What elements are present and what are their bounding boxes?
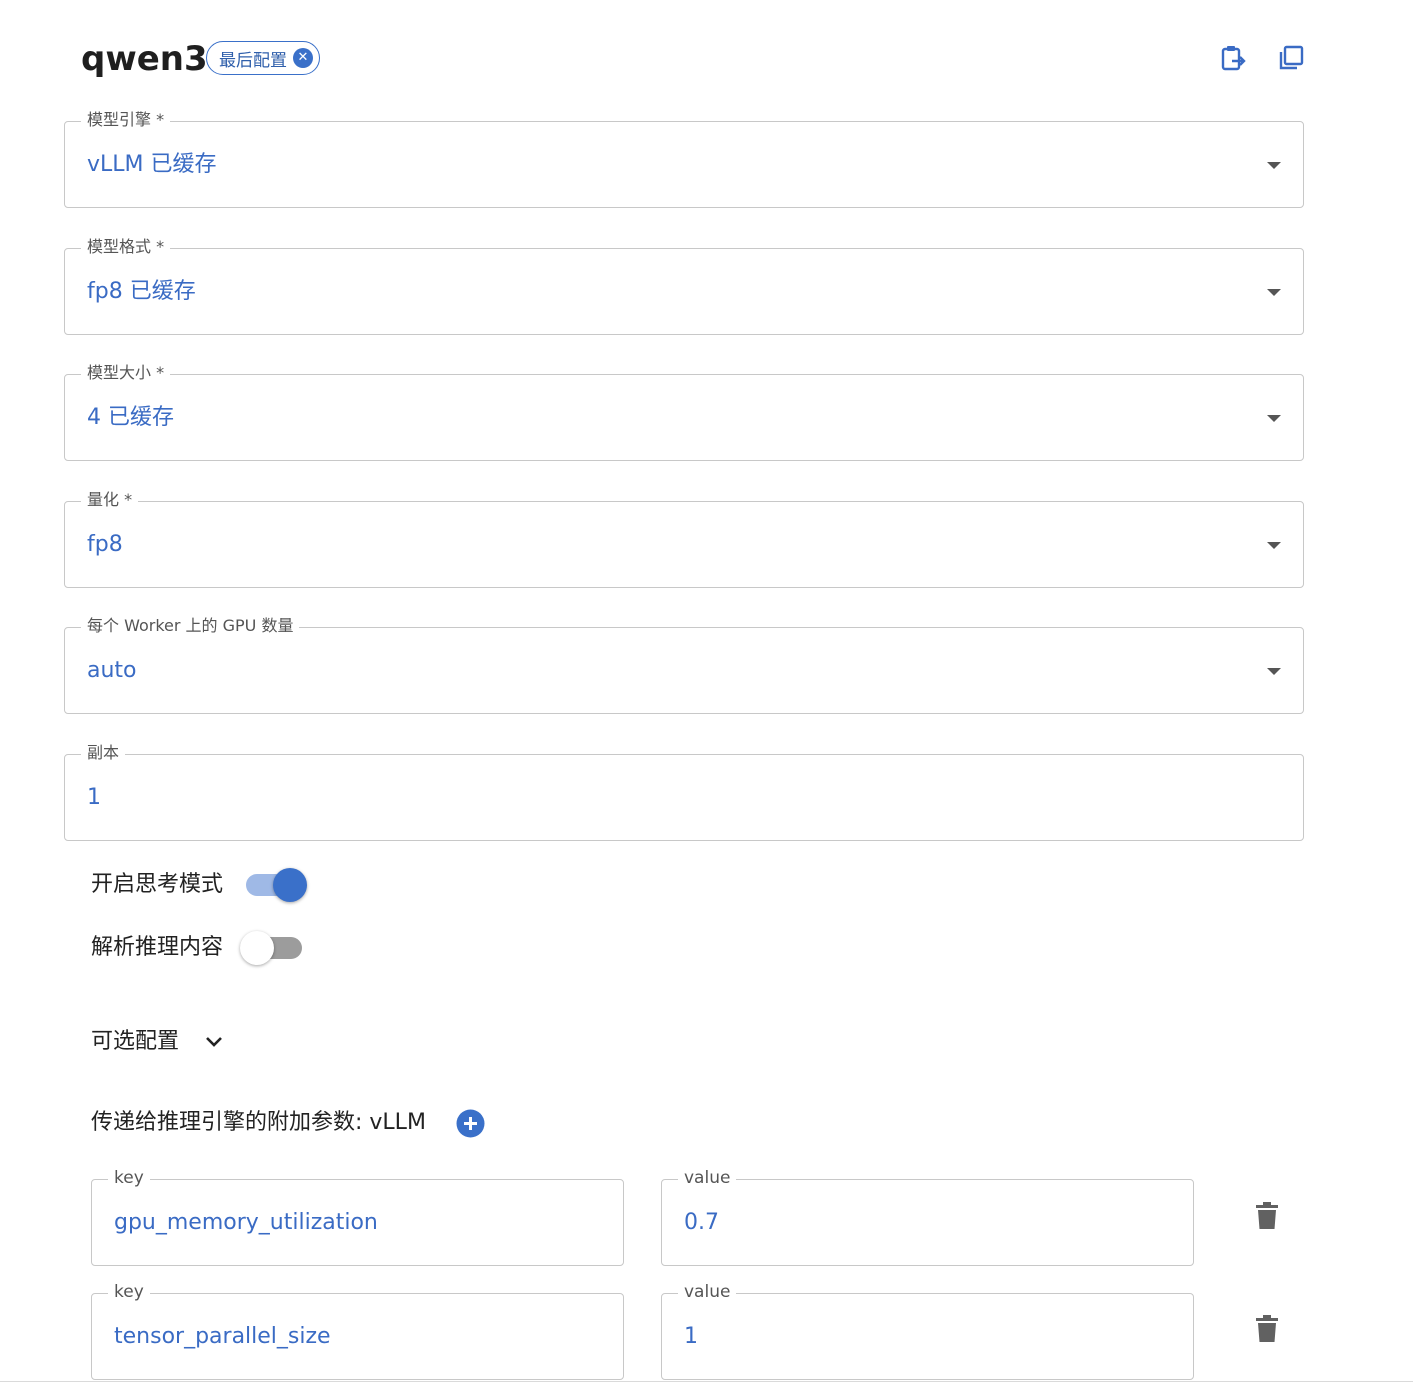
dropdown-arrow-icon[interactable] — [1267, 542, 1281, 549]
value-value: 0.7 — [684, 1210, 719, 1235]
copy-icon[interactable] — [1277, 44, 1305, 72]
param-value-input[interactable]: value 1 — [661, 1282, 1194, 1380]
clipboard-paste-icon[interactable] — [1219, 44, 1247, 72]
thinking-mode-label: 开启思考模式 — [91, 872, 224, 897]
close-icon[interactable]: ✕ — [293, 48, 313, 68]
optional-config-label[interactable]: 可选配置 — [91, 1027, 179, 1057]
add-icon[interactable] — [456, 1109, 485, 1138]
dropdown-arrow-icon[interactable] — [1267, 668, 1281, 675]
replicas-input[interactable]: 副本 1 — [64, 743, 1304, 841]
key-label: key — [108, 1168, 150, 1188]
model-engine-value: vLLM 已缓存 — [87, 152, 217, 177]
chip-label: 最后配置 — [219, 50, 287, 71]
dropdown-arrow-icon[interactable] — [1267, 415, 1281, 422]
gpu-count-value: auto — [87, 658, 137, 683]
gpu-count-label: 每个 Worker 上的 GPU 数量 — [81, 616, 300, 636]
key-label: key — [108, 1282, 150, 1302]
model-format-value: fp8 已缓存 — [87, 279, 196, 304]
trash-icon[interactable] — [1255, 1315, 1279, 1343]
chevron-down-icon[interactable] — [205, 1034, 223, 1050]
model-size-select[interactable]: 模型大小 * 4 已缓存 — [64, 363, 1304, 461]
gpu-count-select[interactable]: 每个 Worker 上的 GPU 数量 auto — [64, 616, 1304, 714]
key-value: tensor_parallel_size — [114, 1324, 331, 1349]
dropdown-arrow-icon[interactable] — [1267, 162, 1281, 169]
value-label: value — [678, 1282, 737, 1302]
dropdown-arrow-icon[interactable] — [1267, 289, 1281, 296]
quantization-value: fp8 — [87, 532, 123, 557]
extra-params-label: 传递给推理引擎的附加参数: vLLM — [91, 1110, 426, 1135]
model-format-select[interactable]: 模型格式 * fp8 已缓存 — [64, 237, 1304, 335]
key-value: gpu_memory_utilization — [114, 1210, 378, 1235]
param-value-input[interactable]: value 0.7 — [661, 1168, 1194, 1266]
switch-thumb — [273, 868, 307, 902]
last-config-chip[interactable]: 最后配置 ✕ — [206, 41, 320, 75]
value-label: value — [678, 1168, 737, 1188]
page-title: qwen3 — [81, 39, 208, 79]
divider — [0, 1381, 1413, 1382]
value-value: 1 — [684, 1324, 698, 1349]
model-format-label: 模型格式 * — [81, 237, 171, 257]
switch-thumb — [240, 931, 274, 965]
replicas-value: 1 — [87, 785, 101, 810]
model-engine-select[interactable]: 模型引擎 * vLLM 已缓存 — [64, 110, 1304, 208]
trash-icon[interactable] — [1255, 1202, 1279, 1230]
parse-reasoning-label: 解析推理内容 — [91, 935, 224, 960]
replicas-label: 副本 — [81, 743, 126, 763]
model-size-label: 模型大小 * — [81, 363, 171, 383]
param-key-input[interactable]: key tensor_parallel_size — [91, 1282, 624, 1380]
quantization-label: 量化 * — [81, 490, 139, 510]
param-key-input[interactable]: key gpu_memory_utilization — [91, 1168, 624, 1266]
quantization-select[interactable]: 量化 * fp8 — [64, 490, 1304, 588]
model-size-value: 4 已缓存 — [87, 405, 174, 430]
model-engine-label: 模型引擎 * — [81, 110, 171, 130]
